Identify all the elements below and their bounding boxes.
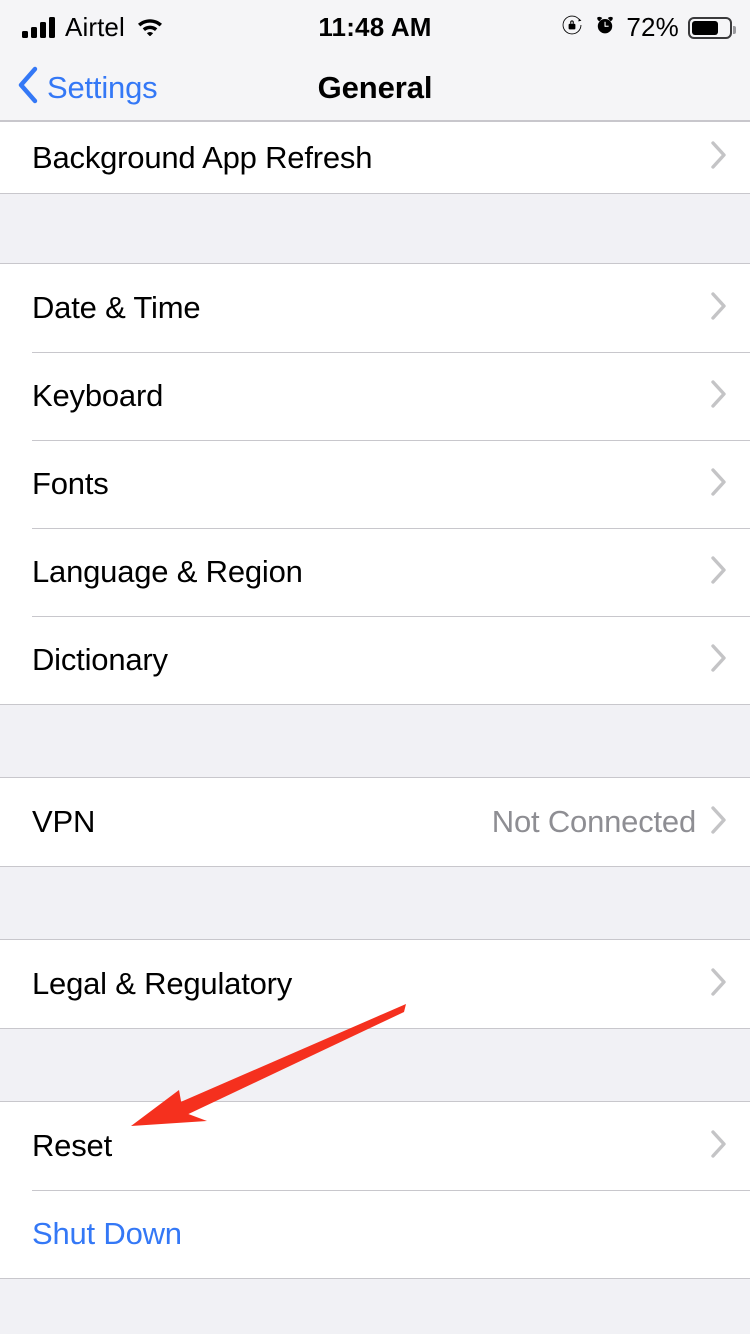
chevron-right-icon [710,291,728,326]
list-item-label: Shut Down [32,1216,182,1251]
list-item-accessory [710,1129,728,1164]
chevron-right-icon [710,379,728,414]
list-item-accessory [710,467,728,502]
navigation-bar: Settings General [0,55,750,121]
list-item-accessory: Not Connected [492,804,728,840]
cellular-bars-icon [22,17,55,38]
reset-section: Reset Shut Down [0,1101,750,1279]
list-item-label: Date & Time [32,290,201,325]
list-item-label: Keyboard [32,378,164,413]
list-item-background-app-refresh[interactable]: Background App Refresh [0,122,750,193]
list-item-label: Dictionary [32,642,168,677]
rotation-lock-icon [560,13,584,42]
status-bar-left: Airtel [22,12,165,43]
list-item-label: Reset [32,1128,112,1163]
vpn-section: VPN Not Connected [0,777,750,867]
chevron-right-icon [710,643,728,678]
iphone-screen: Airtel 11:48 AM 72% Settings General Bac… [0,0,750,1334]
list-item-label: Background App Refresh [32,139,373,175]
background-app-refresh-section: Background App Refresh [0,121,750,194]
list-item-label: Language & Region [32,554,303,589]
section-gap [0,867,750,939]
back-button[interactable]: Settings [16,66,158,109]
chevron-right-icon [710,967,728,1002]
list-item-dictionary[interactable]: Dictionary [0,616,750,704]
chevron-right-icon [710,467,728,502]
alarm-clock-icon [593,13,617,42]
section-gap [0,705,750,777]
wifi-icon [135,14,165,41]
settings-list: Background App Refresh Date & Time Keybo… [0,121,750,1334]
list-item-language-region[interactable]: Language & Region [0,528,750,616]
list-item-fonts[interactable]: Fonts [0,440,750,528]
chevron-right-icon [710,805,728,840]
list-item-vpn[interactable]: VPN Not Connected [0,778,750,866]
list-item-keyboard[interactable]: Keyboard [0,352,750,440]
carrier-label: Airtel [65,12,125,42]
section-gap [0,1029,750,1101]
localization-section: Date & Time Keyboard Fonts Language & Re… [0,263,750,705]
list-item-accessory [710,140,728,175]
chevron-right-icon [710,140,728,175]
section-gap [0,194,750,263]
list-item-label: VPN [32,804,96,839]
legal-section: Legal & Regulatory [0,939,750,1029]
vpn-status-value: Not Connected [491,804,696,839]
status-bar: Airtel 11:48 AM 72% [0,0,750,55]
list-item-date-time[interactable]: Date & Time [0,264,750,352]
status-bar-right: 72% [560,12,736,43]
clock-label: 11:48 AM [318,12,432,42]
list-item-reset[interactable]: Reset [0,1102,750,1190]
list-item-accessory [710,643,728,678]
chevron-right-icon [710,555,728,590]
battery-percent-label: 72% [626,12,679,42]
list-item-accessory [710,967,728,1002]
list-bottom-space [0,1279,750,1334]
battery-icon [688,16,736,39]
list-item-label: Fonts [32,466,109,501]
list-item-accessory [710,555,728,590]
list-item-accessory [710,379,728,414]
chevron-right-icon [710,1129,728,1164]
list-item-shut-down[interactable]: Shut Down [0,1190,750,1278]
list-item-accessory [710,291,728,326]
list-item-legal-regulatory[interactable]: Legal & Regulatory [0,940,750,1028]
list-item-label: Legal & Regulatory [32,966,293,1001]
chevron-left-icon [16,66,38,109]
back-button-label: Settings [47,69,158,105]
